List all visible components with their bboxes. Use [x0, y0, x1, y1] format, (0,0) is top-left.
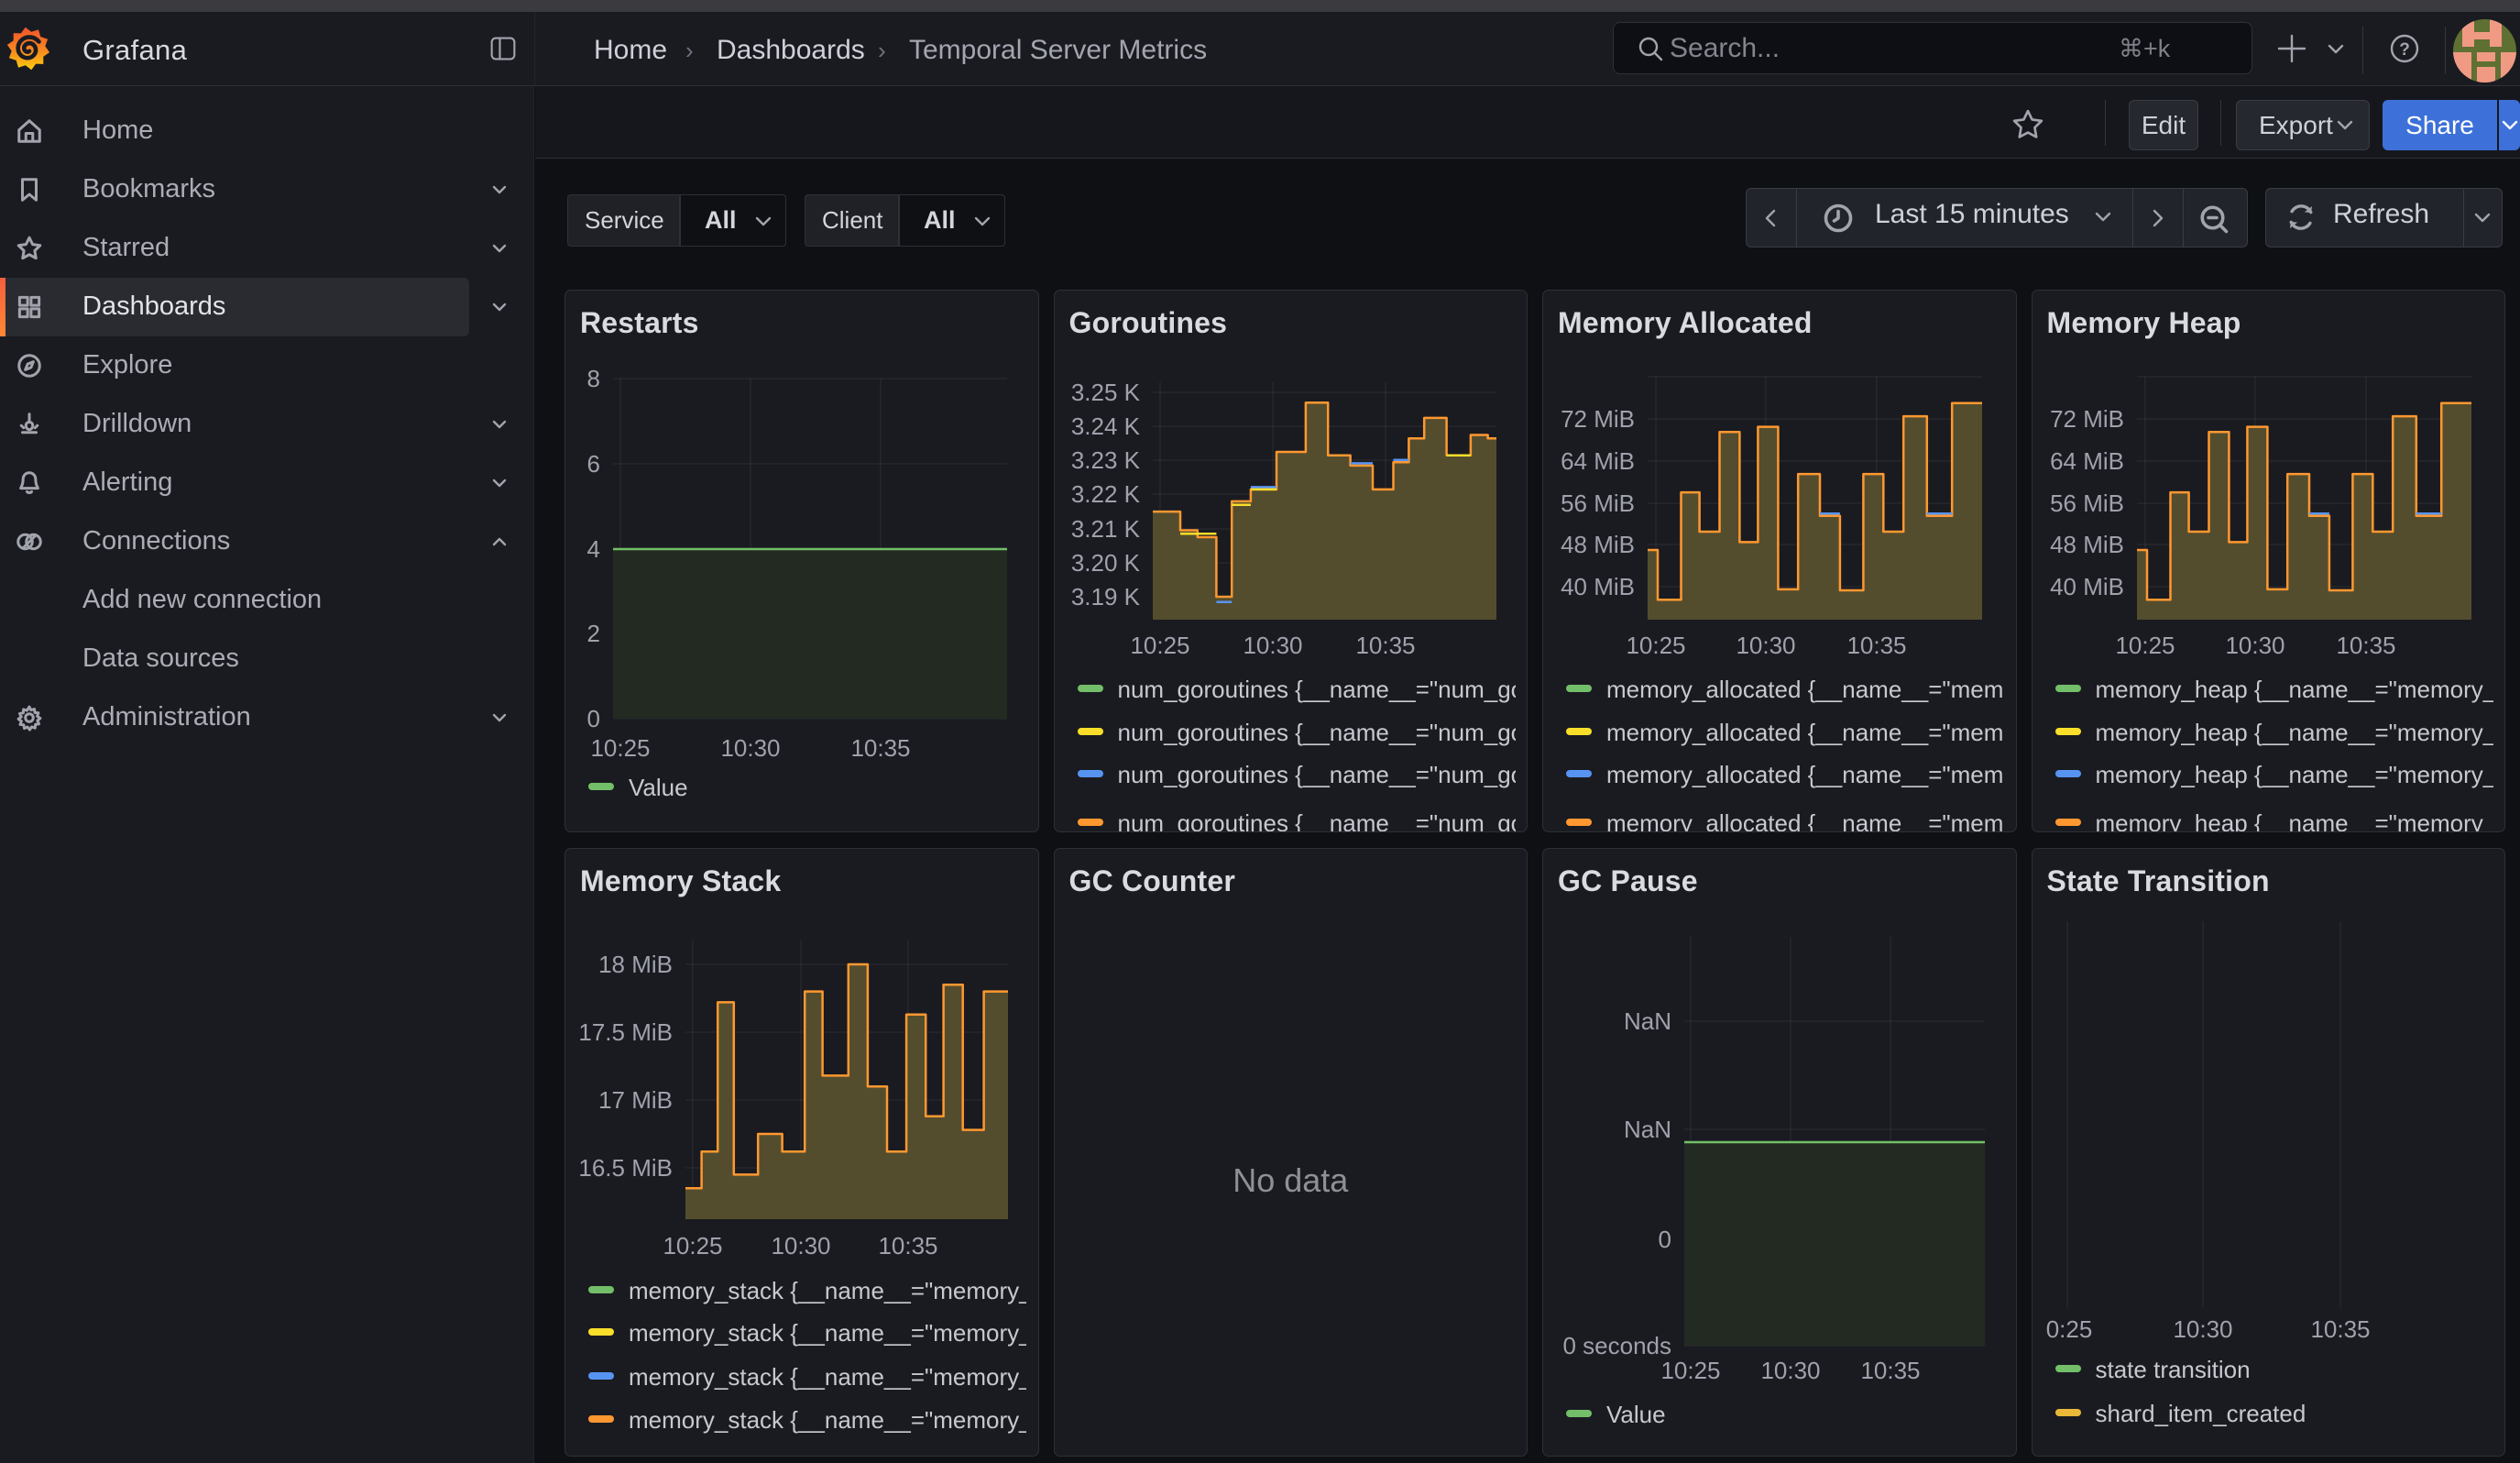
svg-text:6: 6	[587, 450, 600, 478]
svg-text:72 MiB: 72 MiB	[2050, 405, 2124, 433]
svg-text:10:30: 10:30	[1243, 632, 1302, 659]
svg-text:10:30: 10:30	[720, 734, 780, 762]
svg-text:40 MiB: 40 MiB	[1561, 573, 1635, 600]
svg-text:10:35: 10:35	[878, 1232, 937, 1260]
svg-text:18 MiB: 18 MiB	[598, 951, 673, 978]
svg-text:48 MiB: 48 MiB	[1561, 531, 1635, 558]
svg-text:3.20 K: 3.20 K	[1070, 549, 1140, 577]
svg-text:56 MiB: 56 MiB	[2050, 490, 2124, 517]
svg-text:2: 2	[587, 620, 600, 647]
svg-text:64 MiB: 64 MiB	[2050, 447, 2124, 475]
svg-text:10:25: 10:25	[1130, 632, 1189, 659]
svg-text:72 MiB: 72 MiB	[1561, 405, 1635, 433]
svg-text:4: 4	[587, 535, 600, 563]
svg-text:3.21 K: 3.21 K	[1070, 515, 1140, 543]
svg-text:0: 0	[587, 705, 600, 732]
svg-text:10:30: 10:30	[771, 1232, 830, 1260]
svg-text:17.5 MiB: 17.5 MiB	[578, 1018, 673, 1046]
svg-text:10:35: 10:35	[1846, 632, 1906, 659]
svg-text:0: 0	[1659, 1226, 1671, 1253]
svg-text:10:35: 10:35	[1860, 1357, 1920, 1384]
svg-text:10:25: 10:25	[2115, 632, 2175, 659]
svg-text:0 seconds: 0 seconds	[1562, 1332, 1671, 1359]
svg-text:10:35: 10:35	[2336, 632, 2395, 659]
svg-text:56 MiB: 56 MiB	[1561, 490, 1635, 517]
svg-text:3.19 K: 3.19 K	[1070, 583, 1140, 610]
svg-text:10:30: 10:30	[2225, 632, 2284, 659]
svg-text:17 MiB: 17 MiB	[598, 1086, 673, 1114]
svg-text:NaN: NaN	[1624, 1116, 1671, 1143]
svg-text:16.5 MiB: 16.5 MiB	[578, 1154, 673, 1182]
svg-text:40 MiB: 40 MiB	[2050, 573, 2124, 600]
svg-text:10:25: 10:25	[590, 734, 650, 762]
svg-text:10:25: 10:25	[663, 1232, 722, 1260]
svg-text:3.25 K: 3.25 K	[1070, 379, 1140, 406]
svg-text:10:30: 10:30	[2173, 1315, 2232, 1343]
svg-text:10:25: 10:25	[1626, 632, 1685, 659]
svg-text:10:25: 10:25	[1660, 1357, 1720, 1384]
svg-text:10:35: 10:35	[2310, 1315, 2370, 1343]
svg-text:10:30: 10:30	[1760, 1357, 1820, 1384]
svg-text:?: ?	[2399, 40, 2410, 60]
svg-text:3.23 K: 3.23 K	[1070, 446, 1140, 474]
svg-text:3.22 K: 3.22 K	[1070, 480, 1140, 508]
svg-text:0:25: 0:25	[2045, 1315, 2092, 1343]
svg-text:NaN: NaN	[1624, 1007, 1671, 1035]
svg-text:3.24 K: 3.24 K	[1070, 412, 1140, 440]
svg-text:10:35: 10:35	[1355, 632, 1415, 659]
svg-text:48 MiB: 48 MiB	[2050, 531, 2124, 558]
svg-text:8: 8	[587, 365, 600, 392]
svg-text:64 MiB: 64 MiB	[1561, 447, 1635, 475]
svg-text:10:35: 10:35	[850, 734, 910, 762]
svg-text:10:30: 10:30	[1736, 632, 1795, 659]
